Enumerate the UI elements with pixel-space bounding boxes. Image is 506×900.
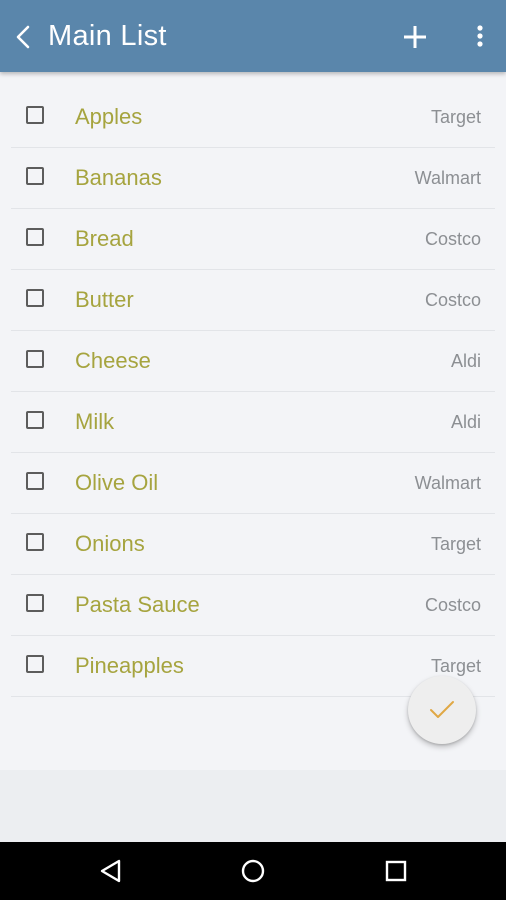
recents-square-icon <box>385 860 407 882</box>
item-name: Pineapples <box>75 653 184 678</box>
nav-recents-button[interactable] <box>383 858 409 884</box>
list-item[interactable]: Olive Oil Walmart <box>11 453 495 514</box>
list-item[interactable]: Cheese Aldi <box>11 331 495 392</box>
item-checkbox[interactable] <box>26 655 44 673</box>
list-item[interactable]: Onions Target <box>11 514 495 575</box>
more-vert-icon <box>477 25 483 47</box>
item-checkbox[interactable] <box>26 472 44 490</box>
item-checkbox[interactable] <box>26 411 44 429</box>
list-item[interactable]: Milk Aldi <box>11 392 495 453</box>
list-item[interactable]: Bread Costco <box>11 209 495 270</box>
back-button[interactable] <box>10 22 38 52</box>
item-name: Cheese <box>75 348 151 373</box>
app-bar: Main List <box>0 0 506 72</box>
item-name: Pasta Sauce <box>75 592 200 617</box>
item-checkbox[interactable] <box>26 533 44 551</box>
item-name: Olive Oil <box>75 470 159 495</box>
item-name: Onions <box>75 531 145 556</box>
list-item[interactable]: Bananas Walmart <box>11 148 495 209</box>
item-checkbox[interactable] <box>26 167 44 185</box>
list-item[interactable]: Pasta Sauce Costco <box>11 575 495 636</box>
item-store: Aldi <box>450 351 481 371</box>
nav-back-button[interactable] <box>98 858 124 884</box>
bottom-panel <box>0 770 506 842</box>
page-title: Main List <box>48 20 167 52</box>
chevron-left-icon <box>16 25 30 49</box>
item-store: Walmart <box>414 168 481 188</box>
shopping-list: Apples Target Bananas Walmart Bread Cost… <box>0 87 506 697</box>
item-store: Aldi <box>450 412 481 432</box>
item-name: Apples <box>75 104 143 129</box>
item-checkbox[interactable] <box>26 106 44 124</box>
item-name: Bananas <box>75 165 162 190</box>
back-triangle-icon <box>100 859 121 883</box>
overflow-menu-button[interactable] <box>470 22 490 52</box>
checkmark-icon <box>430 701 454 718</box>
list-item[interactable]: Apples Target <box>11 87 495 148</box>
item-name: Milk <box>75 409 115 434</box>
item-store: Costco <box>424 229 481 249</box>
plus-icon <box>404 26 426 48</box>
item-store: Target <box>430 107 481 127</box>
confirm-fab-button[interactable] <box>408 676 476 744</box>
item-checkbox[interactable] <box>26 289 44 307</box>
item-checkbox[interactable] <box>26 594 44 612</box>
item-checkbox[interactable] <box>26 228 44 246</box>
item-store: Costco <box>424 595 481 615</box>
item-store: Walmart <box>414 473 481 493</box>
home-circle-icon <box>241 859 265 883</box>
add-item-button[interactable] <box>400 22 430 52</box>
nav-home-button[interactable] <box>240 858 266 884</box>
list-item[interactable]: Butter Costco <box>11 270 495 331</box>
item-store: Costco <box>424 290 481 310</box>
system-nav-bar <box>0 842 506 900</box>
item-name: Bread <box>75 226 134 251</box>
item-name: Butter <box>75 287 134 312</box>
item-store: Target <box>430 534 481 554</box>
item-store: Target <box>430 656 481 676</box>
item-checkbox[interactable] <box>26 350 44 368</box>
